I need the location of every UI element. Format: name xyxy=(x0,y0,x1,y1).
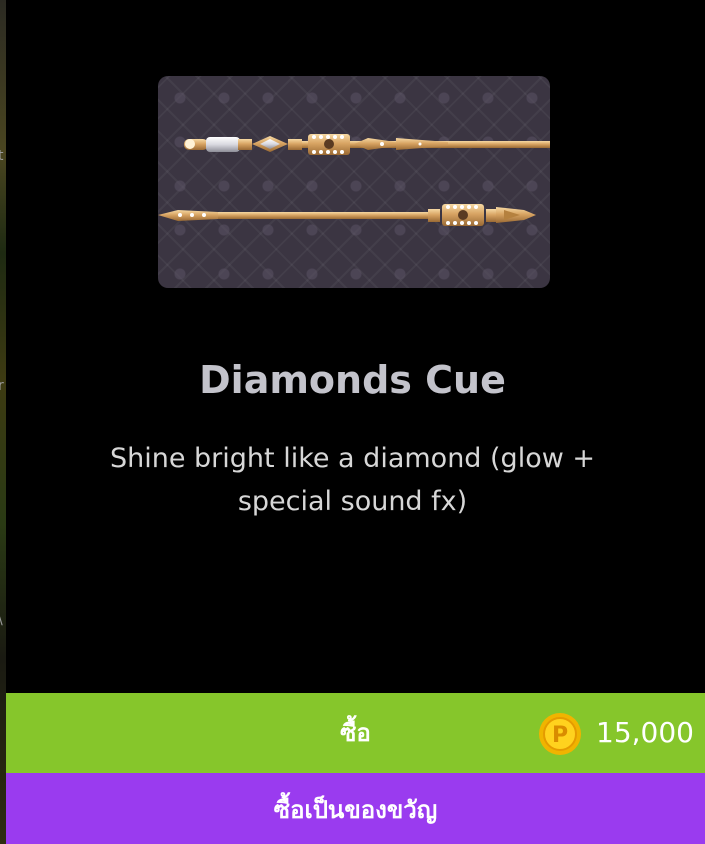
svg-text:P: P xyxy=(552,723,568,748)
buy-button[interactable]: ซื้อ P 15,000 xyxy=(6,693,705,773)
edge-glyph: t xyxy=(0,148,4,164)
buy-as-gift-button[interactable]: ซื้อเป็นของขวัญ xyxy=(6,773,705,844)
p-coin-icon: P xyxy=(539,713,581,755)
price-value: 15,000 xyxy=(596,716,694,749)
item-detail-panel: t r \ xyxy=(0,0,705,844)
gift-button-label: ซื้อเป็นของขวัญ xyxy=(273,796,438,824)
lower-cue xyxy=(158,204,536,226)
diamonds-cue-image xyxy=(158,76,550,288)
item-title: Diamonds Cue xyxy=(199,358,506,402)
upper-cue xyxy=(184,134,550,155)
item-description: Shine bright like a diamond (glow + spec… xyxy=(109,443,596,517)
edge-glyph: \ xyxy=(0,612,3,628)
